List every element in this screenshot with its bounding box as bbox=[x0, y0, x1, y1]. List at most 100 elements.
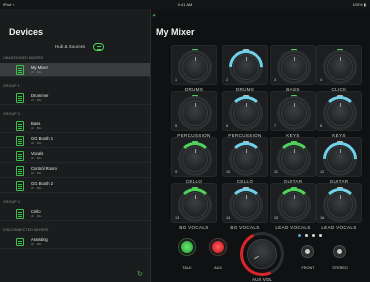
group-header: GROUP 1 bbox=[3, 84, 20, 88]
channel-strip[interactable]: 10 bbox=[222, 137, 268, 177]
channel-strip[interactable]: 1 bbox=[171, 45, 217, 85]
channel-strip[interactable]: 11 bbox=[270, 137, 316, 177]
mixer-icon bbox=[16, 93, 24, 103]
volume-knob[interactable] bbox=[182, 146, 208, 172]
channel-number: 9 bbox=[175, 170, 178, 174]
device-sub: ch · Mix bbox=[31, 70, 42, 74]
hub-sources-row[interactable]: Hub & Sources bbox=[0, 43, 151, 53]
volume-knob[interactable] bbox=[233, 100, 259, 126]
channel-strip[interactable]: 5 bbox=[171, 91, 217, 131]
device-sub: ch · Mix bbox=[31, 156, 42, 160]
group-header: DISCONNECTED MIXERS bbox=[3, 228, 49, 232]
hub-sources-icon[interactable] bbox=[93, 43, 104, 51]
mixer-icon bbox=[16, 121, 24, 131]
channel-label: LEAD VOCALS bbox=[275, 225, 311, 230]
channel-strip[interactable]: 4 bbox=[316, 45, 362, 85]
page-dot[interactable] bbox=[312, 234, 315, 237]
mixer-icon bbox=[16, 151, 24, 161]
refresh-icon[interactable]: ↻ bbox=[137, 271, 144, 278]
channel-label: BG VOCALS bbox=[179, 225, 209, 230]
device-row[interactable]: Cello ch · Mix bbox=[0, 207, 150, 221]
volume-knob[interactable] bbox=[233, 192, 259, 218]
channel-label: BG VOCALS bbox=[230, 225, 260, 230]
channel-number: 14 bbox=[226, 216, 231, 220]
channel-number: 16 bbox=[320, 216, 325, 220]
channel-number: 1 bbox=[175, 78, 178, 82]
device-sub: ch · Mix bbox=[31, 186, 42, 190]
channel-number: 7 bbox=[274, 124, 277, 128]
channel-number: 3 bbox=[274, 78, 277, 82]
aux-vol-knob[interactable] bbox=[247, 239, 277, 269]
device-row[interactable]: Drummer ch · Mix bbox=[0, 91, 150, 105]
pin-icon: ⁕ bbox=[152, 13, 157, 19]
stereo-label: STEREO bbox=[332, 266, 348, 270]
group-header: UNASSIGNED MIXERS bbox=[3, 56, 44, 60]
channel-number: 5 bbox=[175, 124, 178, 128]
talk-button[interactable] bbox=[179, 239, 195, 255]
channel-strip[interactable]: 15 bbox=[270, 183, 316, 223]
device-row[interactable]: GG Booth 1 ch · Mix bbox=[0, 134, 150, 148]
pc-icon bbox=[16, 238, 24, 246]
volume-knob[interactable] bbox=[233, 54, 259, 80]
mixer-icon bbox=[16, 136, 24, 146]
group-header: GROUP 3 bbox=[3, 112, 20, 116]
device-sub: ch · Mix bbox=[31, 214, 42, 218]
device-row[interactable]: Bass ch · Mix bbox=[0, 119, 150, 133]
channel-number: 2 bbox=[226, 78, 229, 82]
stereo-button[interactable] bbox=[333, 245, 346, 258]
volume-knob[interactable] bbox=[281, 100, 307, 126]
channel-strip[interactable]: 8 bbox=[316, 91, 362, 131]
volume-knob[interactable] bbox=[327, 100, 353, 126]
volume-knob[interactable] bbox=[182, 54, 208, 80]
volume-knob[interactable] bbox=[327, 54, 353, 80]
volume-knob[interactable] bbox=[233, 146, 259, 172]
page-dot[interactable] bbox=[298, 234, 301, 237]
talk-label: TALK bbox=[182, 266, 192, 270]
page-dot[interactable] bbox=[305, 234, 308, 237]
channel-strip[interactable]: 6 bbox=[222, 91, 268, 131]
aux-label: AUX bbox=[214, 266, 222, 270]
volume-knob[interactable] bbox=[281, 146, 307, 172]
channel-strip[interactable]: 12 bbox=[315, 134, 365, 184]
device-row[interactable]: My Mixer ch · Mix bbox=[0, 63, 150, 77]
sidebar-title: Devices bbox=[9, 27, 44, 37]
channel-strip[interactable]: 14 bbox=[222, 183, 268, 223]
channel-number: 13 bbox=[175, 216, 180, 220]
device-sub: ch · Mix bbox=[31, 126, 42, 130]
devices-sidebar: Devices Hub & Sources UNASSIGNED MIXERS M… bbox=[0, 9, 151, 282]
mixer-icon bbox=[16, 166, 24, 176]
front-label: FRONT bbox=[301, 266, 315, 270]
device-sub: ch · Mix bbox=[31, 98, 42, 102]
hub-sources-label: Hub & Sources bbox=[55, 44, 86, 49]
channel-number: 10 bbox=[226, 170, 231, 174]
aux-vol-label: AUX VOL bbox=[252, 277, 272, 282]
mixer-title: My Mixer bbox=[156, 27, 195, 37]
channel-strip[interactable]: 2 bbox=[221, 42, 271, 92]
volume-knob[interactable] bbox=[182, 100, 208, 126]
device-sub: ch · Mix bbox=[31, 171, 42, 175]
mixer-icon bbox=[16, 209, 24, 219]
device-row[interactable]: GG Booth 2 ch · Mix bbox=[0, 179, 150, 193]
channel-strip[interactable]: 16 bbox=[316, 183, 362, 223]
device-row[interactable]: Control Room ch · Mix bbox=[0, 164, 150, 178]
aux-button[interactable] bbox=[210, 239, 226, 255]
front-button[interactable] bbox=[301, 245, 314, 258]
channel-number: 12 bbox=[320, 170, 325, 174]
volume-knob[interactable] bbox=[327, 146, 353, 172]
channel-strip[interactable]: 9 bbox=[171, 137, 217, 177]
volume-knob[interactable] bbox=[327, 192, 353, 218]
channel-strip[interactable]: 13 bbox=[171, 183, 217, 223]
channel-strip[interactable]: 7 bbox=[270, 91, 316, 131]
volume-knob[interactable] bbox=[182, 192, 208, 218]
page-indicator[interactable] bbox=[298, 234, 326, 237]
channel-number: 4 bbox=[320, 78, 323, 82]
page-dot[interactable] bbox=[319, 234, 322, 237]
volume-knob[interactable] bbox=[281, 54, 307, 80]
device-row[interactable]: Assisting ch · Mix bbox=[0, 235, 150, 249]
battery-label: 100% ▮ bbox=[352, 2, 366, 7]
channel-number: 8 bbox=[320, 124, 323, 128]
channel-strip[interactable]: 3 bbox=[270, 45, 316, 85]
device-row[interactable]: Vocals ch · Mix bbox=[0, 149, 150, 163]
volume-knob[interactable] bbox=[281, 192, 307, 218]
channel-number: 11 bbox=[274, 170, 278, 174]
